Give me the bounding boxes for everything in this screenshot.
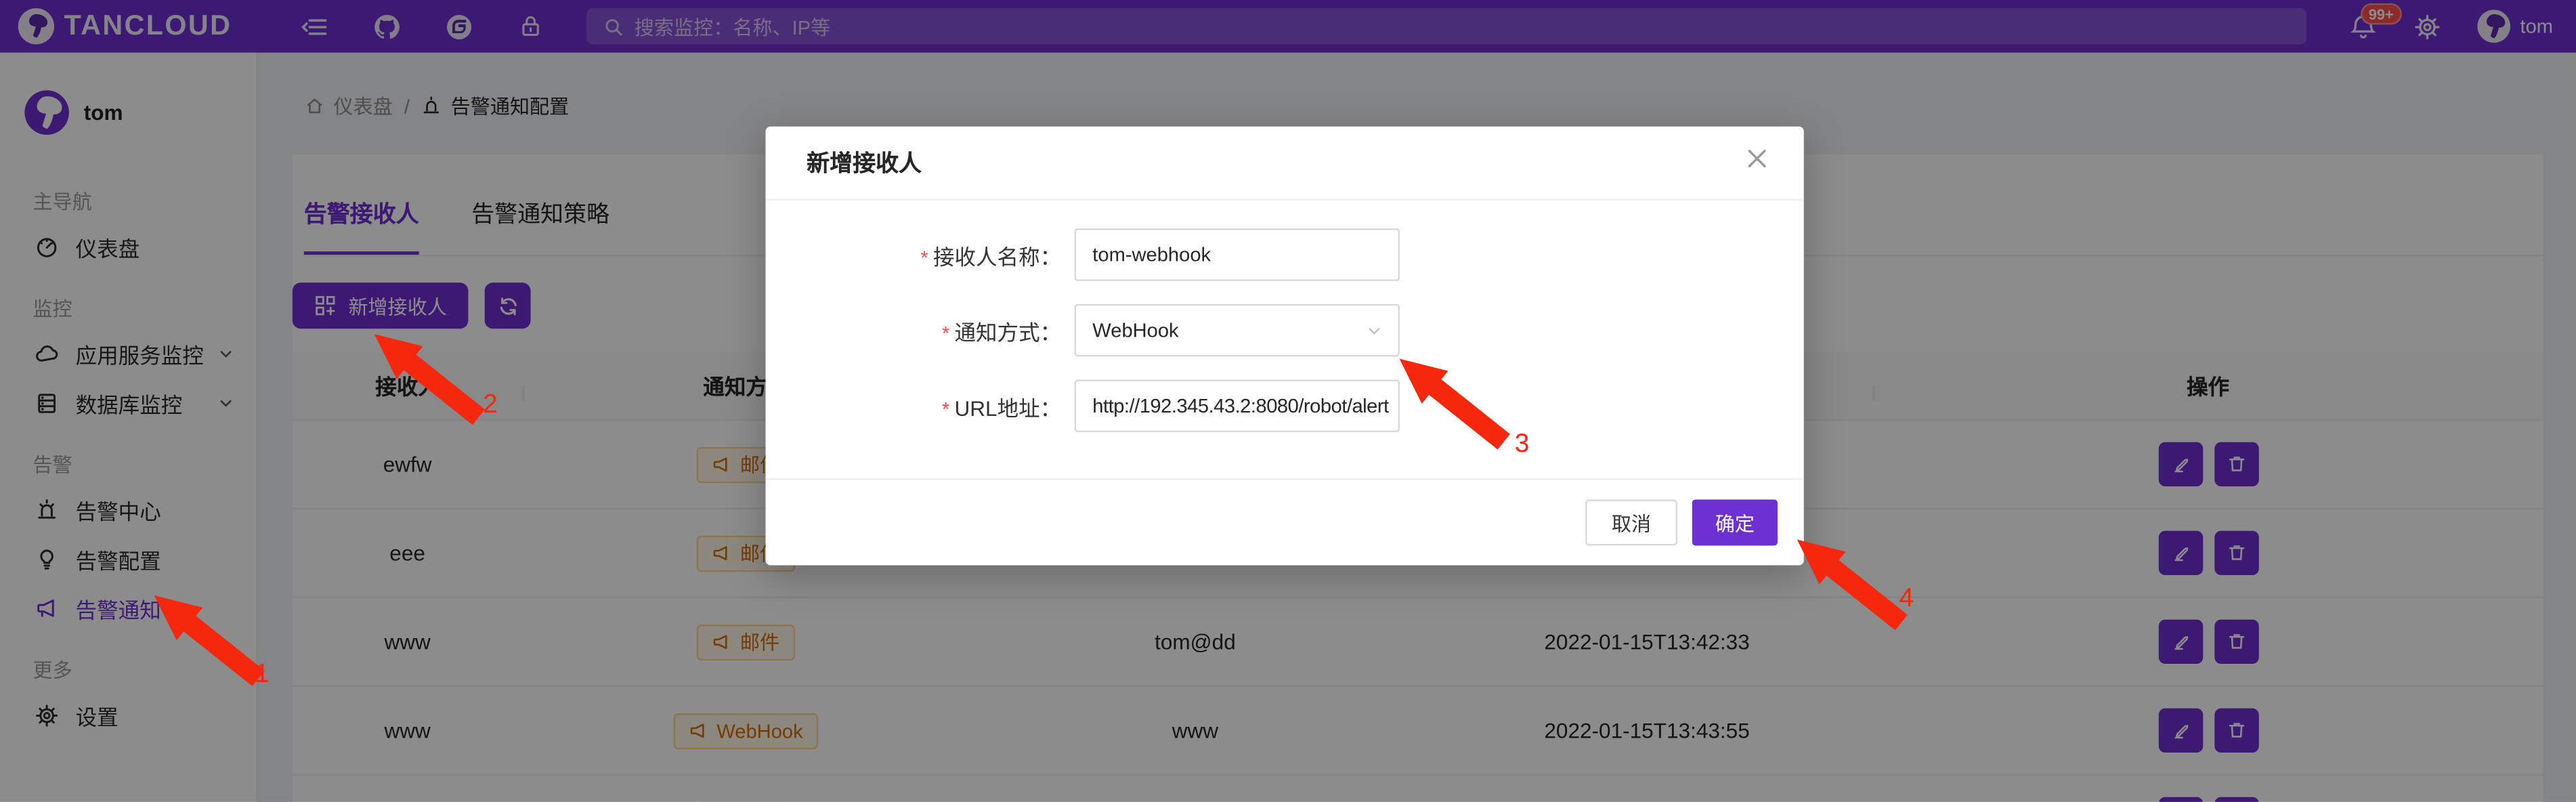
ok-button[interactable]: 确定 [1692,500,1778,546]
modal-header: 新增接收人 [766,127,1804,200]
select-chevron-icon [1365,321,1383,339]
annotation-arrow-3 [1396,355,1518,457]
form-row-url: *URL地址： http://192.345.43.2:8080/robot/a… [766,379,1804,432]
app-root: TANCLOUD [0,0,2576,802]
form-row-name: *接收人名称： tom-webhook [766,228,1804,281]
modal-footer: 取消 确定 [766,478,1804,566]
add-receiver-modal: 新增接收人 *接收人名称： tom-webhook *通知方式： WebHook [766,127,1804,566]
annotation-arrow-4 [1794,536,1916,637]
annotation-step-number: 1 [255,660,270,690]
required-asterisk: * [942,321,949,344]
notify-method-value: WebHook [1092,319,1178,342]
url-input[interactable]: http://192.345.43.2:8080/robot/alert [1075,379,1400,432]
required-asterisk: * [942,397,949,420]
notify-method-select[interactable]: WebHook [1075,304,1400,357]
field-label: *通知方式： [766,315,1075,346]
url-value: http://192.345.43.2:8080/robot/alert [1092,394,1388,417]
required-asterisk: * [920,246,928,269]
annotation-step-number: 4 [1899,585,1914,615]
form-row-method: *通知方式： WebHook [766,304,1804,357]
modal-title: 新增接收人 [807,146,922,180]
annotation-step-number: 2 [483,391,498,421]
field-label: *接收人名称： [766,239,1075,270]
field-label: *URL地址： [766,390,1075,421]
modal-body: *接收人名称： tom-webhook *通知方式： WebHook *URL地… [766,200,1804,432]
receiver-name-input[interactable]: tom-webhook [1075,228,1400,281]
annotation-step-number: 3 [1515,431,1530,461]
cancel-button[interactable]: 取消 [1585,500,1677,546]
close-icon[interactable] [1746,148,1768,169]
receiver-name-value: tom-webhook [1092,243,1211,266]
annotation-arrow-2 [371,331,493,432]
